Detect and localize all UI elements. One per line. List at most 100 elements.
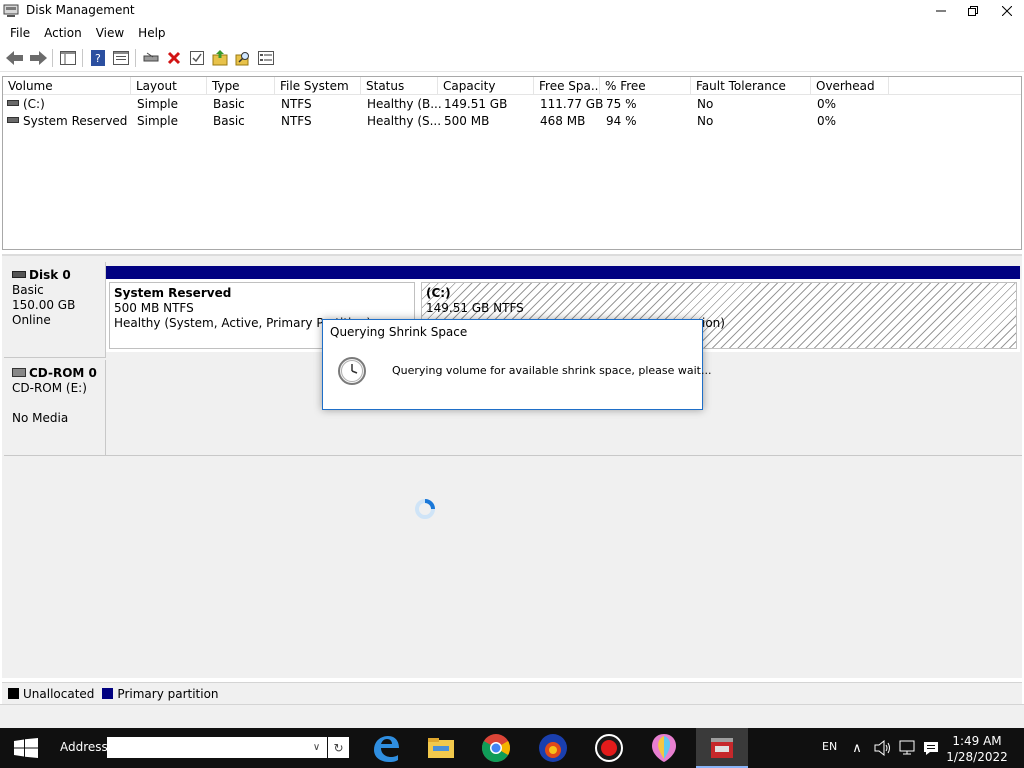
clock-icon (338, 357, 366, 385)
console-tree-button[interactable] (56, 47, 79, 69)
help-button[interactable]: ? (86, 47, 109, 69)
console-tree-icon (59, 50, 76, 65)
new-folder-button[interactable] (208, 47, 231, 69)
show-hidden-icons-button[interactable]: ∧ (848, 739, 866, 757)
disk-0-size: 150.00 GB (12, 298, 76, 312)
search-folder-icon (235, 51, 249, 65)
volume-name: (C:) (23, 97, 45, 111)
menu-file[interactable]: File (3, 26, 37, 40)
list-settings-icon (257, 50, 274, 65)
clock[interactable]: 1:49 AM 1/28/2022 (946, 733, 1008, 765)
column-header-type[interactable]: Type (207, 77, 275, 95)
close-button[interactable] (990, 0, 1024, 22)
cd-drive-icon (12, 368, 26, 377)
capacity-cell: 500 MB (444, 114, 490, 128)
network-icon (899, 740, 915, 755)
screen-recorder-icon[interactable] (593, 732, 625, 764)
delete-button[interactable] (162, 47, 185, 69)
speaker-icon (874, 740, 890, 756)
partition-size: 500 MB NTFS (114, 301, 194, 315)
chrome-icon[interactable] (480, 732, 512, 764)
column-header-fault-tolerance[interactable]: Fault Tolerance (691, 77, 811, 95)
chevron-up-icon: ∧ (852, 740, 862, 756)
column-header-capacity[interactable]: Capacity (438, 77, 534, 95)
unallocated-swatch (8, 688, 19, 699)
paint-3d-icon[interactable] (648, 732, 680, 764)
disk-management-icon (3, 4, 19, 17)
partition-status: ion) (702, 316, 725, 330)
address-input[interactable] (107, 737, 327, 758)
back-button[interactable] (3, 47, 26, 69)
clock-time: 1:49 AM (952, 734, 1002, 748)
cdrom-0-name: CD-ROM 0 (29, 366, 97, 380)
toolbar-separator (135, 48, 136, 67)
menu-view[interactable]: View (89, 26, 131, 40)
help-icon: ? (90, 49, 105, 66)
primary-partition-swatch (102, 688, 114, 699)
input-language[interactable]: EN (822, 740, 837, 753)
percent-free-cell: 75 % (606, 97, 637, 111)
check-button[interactable] (185, 47, 208, 69)
title-bar: Disk Management (0, 0, 1024, 22)
fault-tolerance-cell: No (697, 97, 714, 111)
column-header-layout[interactable]: Layout (131, 77, 207, 95)
taskbar: Address ∨ ↻ EN ∧ 1:49 AM 1/28/2022 (0, 728, 1024, 768)
legend-bar: Unallocated Primary partition (2, 682, 1022, 704)
column-header-free-space[interactable]: Free Spa... (534, 77, 600, 95)
window-title: Disk Management (26, 3, 135, 17)
network-tray-button[interactable] (899, 739, 917, 757)
volume-list-header: Volume Layout Type File System Status Ca… (3, 77, 1021, 95)
hard-disk-icon (12, 271, 26, 278)
computer-management-icon (711, 738, 733, 758)
restore-button[interactable] (956, 0, 990, 22)
drive-icon (7, 116, 19, 123)
edge-browser-icon[interactable] (370, 732, 402, 764)
cdrom-0-label[interactable]: CD-ROM 0 CD-ROM (E:) No Media (4, 360, 106, 456)
chevron-down-icon: ∨ (312, 742, 321, 753)
ftp-app-icon[interactable] (537, 732, 569, 764)
disk-0-label[interactable]: Disk 0 Basic 150.00 GB Online (4, 262, 106, 358)
settings-button[interactable] (254, 47, 277, 69)
column-header-status[interactable]: Status (361, 77, 438, 95)
back-arrow-icon (5, 50, 23, 65)
status-bar (0, 704, 1024, 728)
volume-list[interactable]: Volume Layout Type File System Status Ca… (2, 76, 1022, 250)
column-header-overhead[interactable]: Overhead (811, 77, 889, 95)
column-header-volume[interactable]: Volume (3, 77, 131, 95)
partition-name: (C:) (426, 286, 451, 300)
minimize-button[interactable] (924, 0, 958, 22)
partition-color-bar (418, 266, 1020, 279)
forward-button[interactable] (26, 47, 49, 69)
folder-up-icon (212, 49, 227, 65)
address-dropdown-button[interactable]: ∨ (306, 737, 327, 758)
address-refresh-button[interactable]: ↻ (328, 737, 349, 758)
menu-action[interactable]: Action (37, 26, 89, 40)
active-task-button[interactable] (696, 728, 748, 768)
disk-graphical-view: Disk 0 Basic 150.00 GB Online System Res… (2, 254, 1022, 678)
free-space-cell: 468 MB (540, 114, 586, 128)
free-space-cell: 111.77 GB (540, 97, 604, 111)
notifications-tray-button[interactable] (922, 739, 940, 757)
volume-tray-button[interactable] (874, 739, 892, 757)
properties-button[interactable] (109, 47, 132, 69)
drive-icon (7, 99, 19, 106)
column-header-percent-free[interactable]: % Free (600, 77, 691, 95)
overhead-cell: 0% (817, 114, 837, 128)
windows-start-icon[interactable] (14, 738, 39, 758)
column-header-file-system[interactable]: File System (275, 77, 361, 95)
disk-0-name: Disk 0 (29, 268, 71, 282)
legend-primary: Primary partition (117, 686, 219, 701)
minimize-icon (936, 10, 946, 12)
menu-help[interactable]: Help (131, 26, 172, 40)
restore-icon (968, 6, 978, 16)
percent-free-cell: 94 % (606, 114, 637, 128)
cdrom-0-title: CD-ROM 0 (12, 366, 105, 381)
type-cell: Basic (213, 97, 245, 111)
menu-bar: File Action View Help (0, 22, 1024, 44)
table-row[interactable]: System Reserved Simple Basic NTFS Health… (3, 113, 1021, 130)
file-explorer-icon[interactable] (425, 732, 457, 764)
search-button[interactable] (231, 47, 254, 69)
properties-icon (112, 50, 129, 65)
connect-button[interactable] (139, 47, 162, 69)
table-row[interactable]: (C:) Simple Basic NTFS Healthy (B... 149… (3, 96, 1021, 113)
